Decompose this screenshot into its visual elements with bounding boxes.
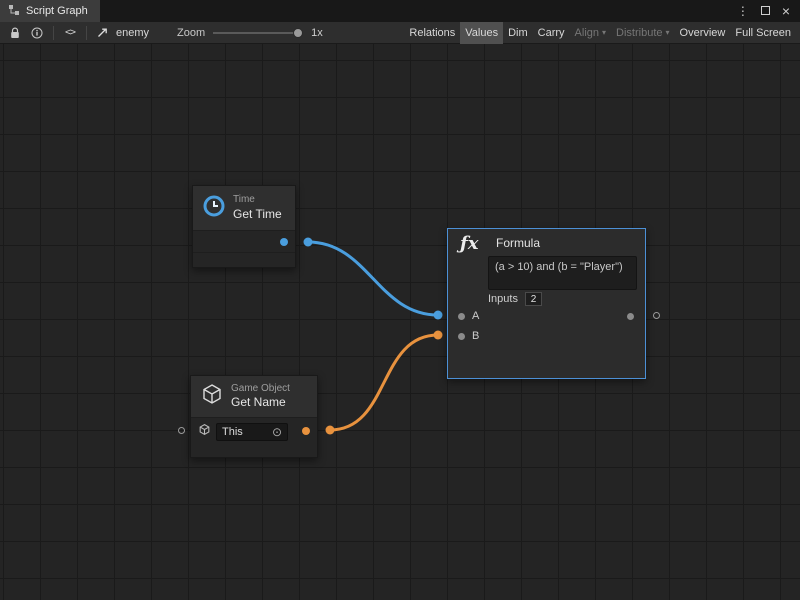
wire-endpoint-dot[interactable] <box>434 311 443 320</box>
input-connection-point[interactable] <box>178 427 185 434</box>
distribute-button: Distribute ▾ <box>611 22 674 44</box>
node-header[interactable]: Game Object Get Name <box>191 376 317 418</box>
wire-endpoint-dot[interactable] <box>326 426 335 435</box>
output-connection-point[interactable] <box>653 312 660 319</box>
zoom-label: Zoom <box>177 27 205 39</box>
graph-asset-icon <box>92 22 114 44</box>
overview-button[interactable]: Overview <box>675 22 731 44</box>
toolbar-button-group: Relations Values Dim Carry Align ▾ Distr… <box>404 22 796 44</box>
node-title: Get Name <box>231 395 290 410</box>
zoom-slider[interactable] <box>213 32 301 34</box>
port-label: B <box>472 330 479 342</box>
node-footer <box>191 445 317 457</box>
target-picker-icon[interactable]: ⊙ <box>272 426 282 438</box>
input-row-b: B <box>448 326 645 346</box>
formula-expression-field[interactable]: (a > 10) and (b = "Player") <box>488 256 637 290</box>
output-port[interactable] <box>302 427 310 435</box>
values-button[interactable]: Values <box>460 22 503 44</box>
zoom-value: 1x <box>311 27 323 39</box>
wires-layer <box>0 44 800 600</box>
node-header[interactable]: ƒx Formula <box>448 229 645 254</box>
lock-icon[interactable] <box>4 22 26 44</box>
code-view-icon[interactable]: <> <box>59 22 81 44</box>
kebab-menu-icon[interactable]: ⋮ <box>737 5 749 17</box>
node-title: Get Time <box>233 207 282 222</box>
zoom-slider-handle[interactable] <box>293 28 303 38</box>
output-port[interactable] <box>280 238 288 246</box>
wire-endpoint-dot[interactable] <box>304 238 313 247</box>
input-row-a: A <box>448 306 645 326</box>
maximize-icon[interactable] <box>761 5 770 17</box>
info-icon[interactable] <box>26 22 48 44</box>
window-controls: ⋮ × <box>737 4 800 18</box>
graph-canvas[interactable]: Time Get Time ƒx Formula (a > 10) and (b… <box>0 44 800 600</box>
graph-name-breadcrumb[interactable]: enemy <box>116 27 149 39</box>
title-bar: Script Graph ⋮ × <box>0 0 800 22</box>
cube-icon-small <box>198 423 211 441</box>
node-formula[interactable]: ƒx Formula (a > 10) and (b = "Player") I… <box>447 228 646 379</box>
node-category: Game Object <box>231 383 290 396</box>
toolbar-separator <box>53 26 54 40</box>
input-port-a[interactable] <box>458 313 465 320</box>
inputs-count-field[interactable]: 2 <box>525 292 542 306</box>
input-port-b[interactable] <box>458 333 465 340</box>
inputs-label: Inputs <box>488 293 518 305</box>
align-button: Align ▾ <box>570 22 611 44</box>
port-label: A <box>472 310 479 322</box>
output-port-row <box>193 231 295 253</box>
full-screen-button[interactable]: Full Screen <box>730 22 796 44</box>
node-header[interactable]: Time Get Time <box>193 186 295 231</box>
dim-button[interactable]: Dim <box>503 22 533 44</box>
wire-get-time-to-formula-a[interactable] <box>308 242 438 315</box>
target-value: This <box>222 426 243 438</box>
wire-get-name-to-formula-b[interactable] <box>330 335 438 430</box>
formula-fx-icon: ƒx <box>460 233 486 254</box>
toolbar-separator <box>86 26 87 40</box>
wire-endpoint-dot[interactable] <box>434 331 443 340</box>
node-get-name[interactable]: Game Object Get Name This ⊙ <box>190 375 318 458</box>
close-icon[interactable]: × <box>782 4 790 18</box>
node-get-time[interactable]: Time Get Time <box>192 185 296 268</box>
node-category: Time <box>233 194 282 207</box>
target-object-dropdown[interactable]: This ⊙ <box>216 423 288 441</box>
target-row: This ⊙ <box>191 418 317 445</box>
node-title: Formula <box>496 236 540 250</box>
clock-icon <box>202 194 226 223</box>
tab-script-graph[interactable]: Script Graph <box>0 0 100 22</box>
carry-button[interactable]: Carry <box>533 22 570 44</box>
script-graph-icon <box>8 4 20 19</box>
output-port[interactable] <box>627 313 634 320</box>
cube-icon <box>200 382 224 411</box>
graph-toolbar: <> enemy Zoom 1x Relations Values Dim Ca… <box>0 22 800 44</box>
relations-button[interactable]: Relations <box>404 22 460 44</box>
node-footer <box>193 253 295 267</box>
dropdown-arrow-icon: ▾ <box>602 28 606 37</box>
dropdown-arrow-icon: ▾ <box>666 28 670 37</box>
tab-title: Script Graph <box>26 5 88 17</box>
